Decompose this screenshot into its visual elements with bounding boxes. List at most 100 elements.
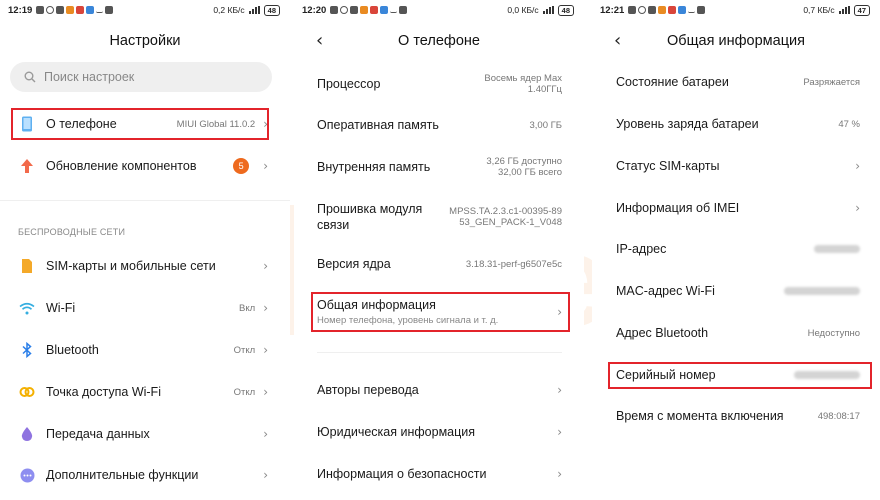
bluetooth-label: Bluetooth xyxy=(46,343,99,357)
gamepad-icon xyxy=(648,6,657,14)
network-speed: 0,0 КБ/с xyxy=(507,5,539,15)
highlight-box xyxy=(608,362,872,389)
chevron-right-icon: › xyxy=(557,425,562,439)
page-title: Общая информация xyxy=(667,33,805,49)
battery-state-value: Разряжается xyxy=(803,76,860,88)
chevron-right-icon: › xyxy=(263,301,268,315)
hotspot-status: Откл xyxy=(233,386,256,398)
kernel-value: 3.18.31-perf-g6507e5c xyxy=(465,258,562,270)
additional-features-label: Дополнительные функции xyxy=(46,468,199,482)
battery-icon: 47 xyxy=(853,4,870,16)
signal-icon xyxy=(248,6,260,14)
chevron-right-icon: › xyxy=(263,427,268,441)
bluetooth-item[interactable]: Bluetooth Откл › xyxy=(0,335,290,365)
notification-icon xyxy=(46,6,55,14)
ip-address-value-blurred xyxy=(814,245,860,253)
bluetooth-status: Откл xyxy=(233,344,256,356)
wifi-mac-value-blurred xyxy=(784,287,860,295)
battery-state-label: Состояние батареи xyxy=(616,75,729,89)
storage-row: Внутренняя память 3,26 ГБ доступно 32,00 … xyxy=(294,150,584,184)
hotspot-icon xyxy=(18,383,36,401)
page-title: О телефоне xyxy=(398,33,480,49)
more-icon xyxy=(18,466,36,484)
notification-icons xyxy=(36,6,114,14)
data-usage-item[interactable]: Передача данных › xyxy=(0,419,290,449)
gamepad-icon xyxy=(350,6,359,14)
processor-row: Процессор Восемь ядер Max 1.40ГГц xyxy=(294,67,584,101)
wifi-mac-row: MAC-адрес Wi-Fi xyxy=(592,276,880,306)
baseband-value-2: 53_GEN_PACK-1_V048 xyxy=(459,217,562,228)
wifi-mac-label: MAC-адрес Wi-Fi xyxy=(616,284,715,298)
gamepad-icon xyxy=(56,6,65,14)
trash-icon xyxy=(105,6,114,14)
app-icon xyxy=(668,6,677,14)
app-icon xyxy=(66,6,75,14)
chevron-right-icon: › xyxy=(263,385,268,399)
signal-icon xyxy=(542,6,554,14)
translators-item[interactable]: Авторы перевода › xyxy=(294,373,584,407)
sim-status-item[interactable]: Статус SIM-карты › xyxy=(592,151,880,181)
kernel-row: Версия ядра 3.18.31-perf-g6507e5c xyxy=(294,247,584,281)
imei-info-item[interactable]: Информация об IMEI › xyxy=(592,193,880,223)
chevron-right-icon: › xyxy=(263,159,268,173)
app-icon xyxy=(380,6,389,14)
highlight-box xyxy=(11,108,269,140)
baseband-row: Прошивка модуля связи MPSS.TA.2.3.c1-0039… xyxy=(294,199,584,235)
notification-icons xyxy=(628,6,706,14)
about-phone-screen: 12:20 0,0 КБ/с 48 ‹ О телефоне Процессор… xyxy=(294,0,584,500)
app-icon xyxy=(370,6,379,14)
uptime-label: Время с момента включения xyxy=(616,409,784,423)
chevron-right-icon: › xyxy=(263,468,268,482)
divider xyxy=(317,352,562,353)
network-speed: 0,2 КБ/с xyxy=(213,5,245,15)
chevron-right-icon: › xyxy=(855,201,860,215)
battery-icon: 48 xyxy=(263,4,280,16)
sim-item[interactable]: SIM-карты и мобильные сети › xyxy=(0,251,290,281)
ram-row: Оперативная память 3,00 ГБ xyxy=(294,108,584,142)
additional-features-item[interactable]: Дополнительные функции › xyxy=(0,460,290,490)
safety-info-item[interactable]: Информация о безопасности › xyxy=(294,457,584,491)
page-title: Настройки xyxy=(109,33,181,49)
status-time: 12:20 xyxy=(302,4,327,16)
processor-value: Восемь ядер Max xyxy=(484,73,562,84)
search-input[interactable]: Поиск настроек xyxy=(10,62,272,92)
chevron-right-icon: › xyxy=(263,259,268,273)
download-icon xyxy=(688,7,696,13)
status-time: 12:21 xyxy=(600,4,625,16)
baseband-label: Прошивка модуля xyxy=(317,202,423,216)
signal-icon xyxy=(838,6,850,14)
trash-icon xyxy=(697,6,706,14)
notification-icon xyxy=(628,6,637,14)
wifi-item[interactable]: Wi-Fi Вкл › xyxy=(0,293,290,323)
notification-icon xyxy=(36,6,45,14)
chevron-right-icon: › xyxy=(855,159,860,173)
battery-level-value: 47 % xyxy=(838,118,860,130)
uptime-row: Время с момента включения 498:08:17 xyxy=(592,401,880,431)
status-time: 12:19 xyxy=(8,4,33,16)
app-icon xyxy=(86,6,95,14)
notification-icons xyxy=(330,6,408,14)
bluetooth-address-label: Адрес Bluetooth xyxy=(616,326,709,340)
trash-icon xyxy=(399,6,408,14)
hotspot-label: Точка доступа Wi-Fi xyxy=(46,385,161,399)
highlight-box xyxy=(311,292,570,332)
data-usage-icon xyxy=(18,425,36,443)
notification-icon xyxy=(330,6,339,14)
component-updates-item[interactable]: Обновление компонентов 5 › xyxy=(0,151,290,181)
legal-info-label: Юридическая информация xyxy=(317,425,476,439)
data-usage-label: Передача данных xyxy=(46,427,150,441)
baseband-label-2: связи xyxy=(317,218,350,232)
legal-info-item[interactable]: Юридическая информация › xyxy=(294,415,584,449)
divider xyxy=(0,200,290,201)
wifi-status: Вкл xyxy=(239,302,256,314)
storage-label: Внутренняя память xyxy=(317,160,431,174)
ram-value: 3,00 ГБ xyxy=(529,119,562,131)
notification-icon xyxy=(340,6,349,14)
processor-frequency: 1.40ГГц xyxy=(527,84,562,95)
safety-info-label: Информация о безопасности xyxy=(317,467,487,481)
chevron-right-icon: › xyxy=(557,467,562,481)
hotspot-item[interactable]: Точка доступа Wi-Fi Откл › xyxy=(0,377,290,407)
kernel-label: Версия ядра xyxy=(317,257,391,271)
storage-total: 32,00 ГБ всего xyxy=(498,167,562,178)
baseband-value: MPSS.TA.2.3.c1-00395-89 xyxy=(449,206,562,217)
